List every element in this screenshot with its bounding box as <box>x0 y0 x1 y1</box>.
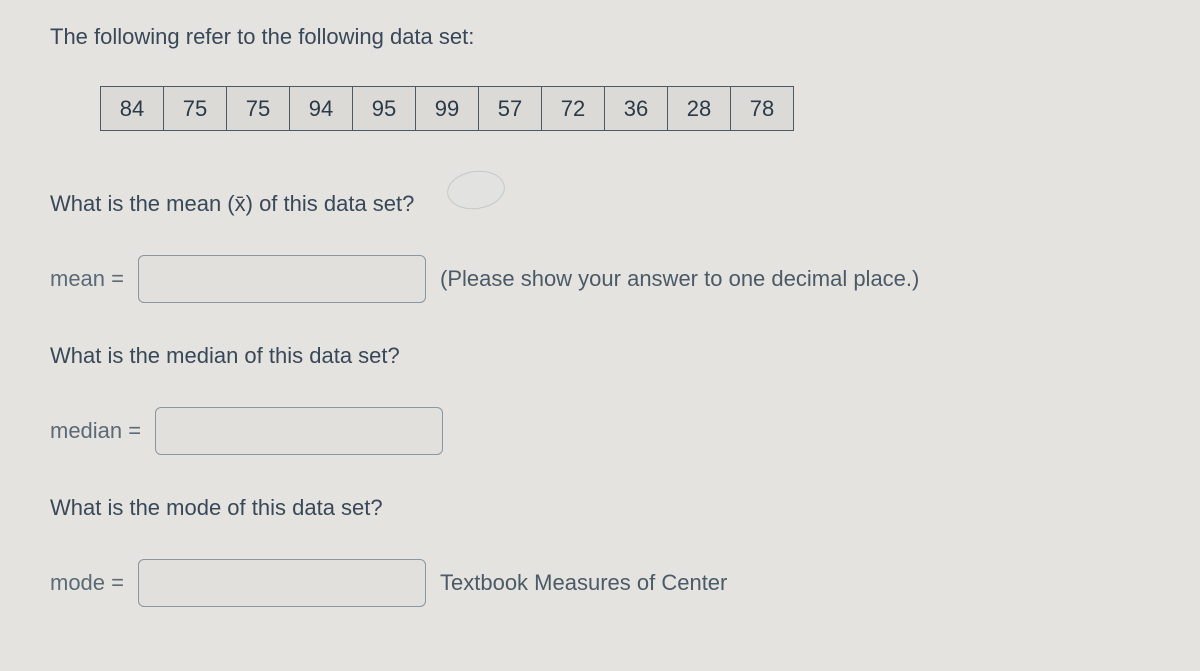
data-cell: 36 <box>605 87 668 131</box>
data-cell: 75 <box>164 87 227 131</box>
question-mean: What is the mean (x̄) of this data set? <box>50 191 1150 217</box>
data-cell: 99 <box>416 87 479 131</box>
mean-label: mean = <box>50 266 124 292</box>
intro-text: The following refer to the following dat… <box>50 24 1150 50</box>
mean-input[interactable] <box>138 255 426 303</box>
data-cell: 84 <box>101 87 164 131</box>
data-cell: 72 <box>542 87 605 131</box>
mode-label: mode = <box>50 570 124 596</box>
mode-input[interactable] <box>138 559 426 607</box>
data-cell: 57 <box>479 87 542 131</box>
mean-hint: (Please show your answer to one decimal … <box>440 266 919 292</box>
median-input[interactable] <box>155 407 443 455</box>
question-median: What is the median of this data set? <box>50 343 1150 369</box>
median-label: median = <box>50 418 141 444</box>
data-cell: 95 <box>353 87 416 131</box>
textbook-link[interactable]: Textbook Measures of Center <box>440 570 727 596</box>
question-mean-text: What is the mean (x̄) of this data set? <box>50 191 414 216</box>
data-table: 8475759495995772362878 <box>100 86 794 131</box>
data-cell: 78 <box>731 87 794 131</box>
data-cell: 94 <box>290 87 353 131</box>
cursor-artifact <box>445 167 508 213</box>
question-mode: What is the mode of this data set? <box>50 495 1150 521</box>
data-cell: 75 <box>227 87 290 131</box>
data-cell: 28 <box>668 87 731 131</box>
